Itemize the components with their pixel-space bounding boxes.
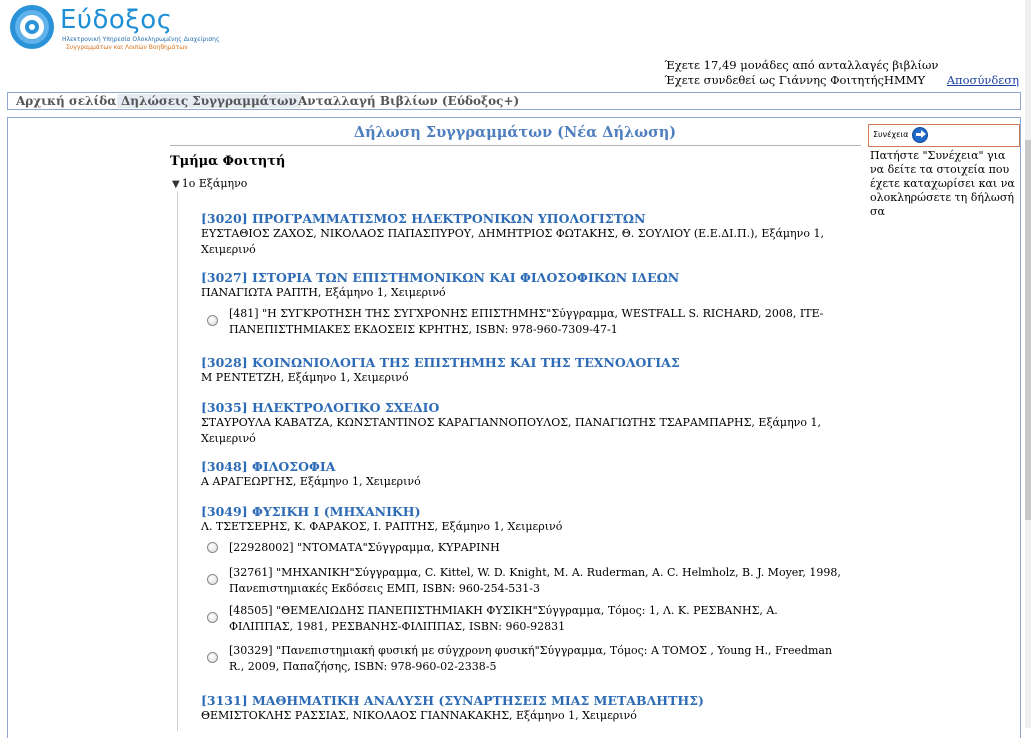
course-title[interactable]: [3028] ΚΟΙΝΩΝΙΟΛΟΓΙΑ ΤΗΣ ΕΠΙΣΤΗΜΗΣ ΚΑΙ Τ… <box>201 355 846 370</box>
course-title[interactable]: [3049] ΦΥΣΙΚΗ Ι (ΜΗΧΑΝΙΚΗ) <box>201 504 846 519</box>
main-nav: Αρχική σελίδα Δηλώσεις Συγγραμμάτων Αντα… <box>7 92 1021 110</box>
course-info: Λ. ΤΣΕΤΣΕΡΗΣ, Κ. ΦΑΡΑΚΟΣ, Ι. ΡΑΠΤΗΣ, Εξά… <box>201 520 563 533</box>
book-radio[interactable] <box>207 574 218 585</box>
course-info: ΠΑΝΑΓΙΩΤΑ ΡΑΠΤΗ, Εξάμηνο 1, Χειμερινό <box>201 286 446 299</box>
logo-subtitle: Ηλεκτρονική Υπηρεσία Ολοκληρωμένης Διαχε… <box>62 36 220 43</box>
course-title[interactable]: [3131] ΜΑΘΗΜΑΤΙΚΗ ΑΝΑΛΥΣΗ (ΣΥΝΑΡΤΗΣΕΙΣ Μ… <box>201 693 846 708</box>
continue-label: Συνέχεια <box>873 130 909 139</box>
course-info: ΘΕΜΙΣΤΟΚΛΗΣ ΡΑΣΣΙΑΣ, ΝΙΚΟΛΑΟΣ ΓΙΑΝΝΑΚΑΚΗ… <box>201 709 637 722</box>
semester-label: 1ο Εξάμηνο <box>181 177 248 190</box>
credits-text: Έχετε 17,49 μονάδες από ανταλλαγές βιβλί… <box>664 58 939 72</box>
course-item: [3020] ΠΡΟΓΡΑΜΜΑΤΙΣΜΟΣ ΗΛΕΚΤΡΟΝΙΚΩΝ ΥΠΟΛ… <box>201 211 846 258</box>
course-info: Μ ΡΕΝΤΕΤΖΗ, Εξάμηνο 1, Χειμερινό <box>201 371 409 384</box>
logged-in-text: Έχετε συνδεθεί ως Γιάννης ΦοιτητήςΗΜΜΥ <box>664 73 926 87</box>
course-item: [3027] ΙΣΤΟΡΙΑ ΤΩΝ ΕΠΙΣΤΗΜΟΝΙΚΩΝ ΚΑΙ ΦΙΛ… <box>201 270 846 301</box>
logo-emblem-icon <box>10 5 54 49</box>
course-item: [3035] ΗΛΕΚΤΡΟΛΟΓΙΚΟ ΣΧΕΔΙΟ ΣΤΑΥΡΟΥΛΑ ΚΑ… <box>201 400 846 447</box>
course-item: [3048] ΦΙΛΟΣΟΦΙΑ Α ΑΡΑΓΕΩΡΓΗΣ, Εξάμηνο 1… <box>201 459 846 490</box>
course-item: [3028] ΚΟΙΝΩΝΙΟΛΟΓΙΑ ΤΗΣ ΕΠΙΣΤΗΜΗΣ ΚΑΙ Τ… <box>201 355 846 386</box>
arrow-right-icon <box>912 127 928 143</box>
course-info: ΣΤΑΥΡΟΥΛΑ ΚΑΒΑΤΖΑ, ΚΩΝΣΤΑΝΤΙΝΟΣ ΚΑΡΑΓΙΑΝ… <box>201 416 821 445</box>
title-divider <box>170 145 861 146</box>
course-title[interactable]: [3027] ΙΣΤΟΡΙΑ ΤΩΝ ΕΠΙΣΤΗΜΟΝΙΚΩΝ ΚΑΙ ΦΙΛ… <box>201 270 846 285</box>
book-text: [32761] "ΜΗΧΑΝΙΚΗ"Σύγγραμμα, C. Kittel, … <box>229 566 841 595</box>
book-text: [481] "Η ΣΥΓΚΡΟΤΗΣΗ ΤΗΣ ΣΥΓΧΡΟΝΗΣ ΕΠΙΣΤΗ… <box>229 307 824 336</box>
logout-link[interactable]: Αποσύνδεση <box>947 73 1019 87</box>
book-text: [22928002] "ΝΤΟΜΑΤΑ"Σύγγραμμα, ΚΥΡΑΡΙΝΗ <box>229 541 500 554</box>
page-title: Δήλωση Συγγραμμάτων (Νέα Δήλωση) <box>353 124 677 141</box>
course-info: ΕΥΣΤΑΘΙΟΣ ΖΑΧΟΣ, ΝΙΚΟΛΑΟΣ ΠΑΠΑΣΠΥΡΟΥ, ΔΗ… <box>201 227 824 256</box>
book-text: [30329] "Πανεπιστημιακή φυσική με σύγχρο… <box>229 644 833 673</box>
eudoxus-logo[interactable]: Εύδοξος Ηλεκτρονική Υπηρεσία Ολοκληρωμέν… <box>9 4 220 52</box>
course-title[interactable]: [3048] ΦΙΛΟΣΟΦΙΑ <box>201 459 846 474</box>
nav-declarations[interactable]: Δηλώσεις Συγγραμμάτων <box>117 94 301 108</box>
user-info: Έχετε 17,49 μονάδες από ανταλλαγές βιβλί… <box>664 58 1019 88</box>
department-heading: Τμήμα Φοιτητή <box>170 154 286 169</box>
book-radio[interactable] <box>207 612 218 623</box>
logo-title: Εύδοξος <box>60 5 173 35</box>
book-radio[interactable] <box>207 652 218 663</box>
logo-subtitle-2: Συγγραμμάτων και Λοιπών Βοηθημάτων <box>66 44 188 51</box>
continue-button[interactable]: Συνέχεια <box>868 124 1020 147</box>
nav-home[interactable]: Αρχική σελίδα <box>12 94 121 108</box>
nav-book-exchange[interactable]: Ανταλλαγή Βιβλίων (Εύδοξος+) <box>294 94 523 108</box>
course-item: [3049] ΦΥΣΙΚΗ Ι (ΜΗΧΑΝΙΚΗ) Λ. ΤΣΕΤΣΕΡΗΣ,… <box>201 504 846 535</box>
collapse-triangle-icon: ▼ <box>172 179 180 190</box>
scrollbar-thumb[interactable] <box>1025 140 1031 520</box>
course-title[interactable]: [3020] ΠΡΟΓΡΑΜΜΑΤΙΣΜΟΣ ΗΛΕΚΤΡΟΝΙΚΩΝ ΥΠΟΛ… <box>201 211 846 226</box>
continue-help-text: Πατήστε "Συνέχεια" για να δείτε τα στοιχ… <box>870 149 1015 218</box>
book-radio[interactable] <box>207 542 218 553</box>
semester-toggle[interactable]: ▼ 1ο Εξάμηνο <box>172 177 247 190</box>
vertical-scrollbar[interactable] <box>1025 0 1031 728</box>
book-text: [48505] "ΘΕΜΕΛΙΩΔΗΣ ΠΑΝΕΠΙΣΤΗΜΙΑΚΗ ΦΥΣΙΚ… <box>229 604 778 633</box>
course-info: Α ΑΡΑΓΕΩΡΓΗΣ, Εξάμηνο 1, Χειμερινό <box>201 475 421 488</box>
course-title[interactable]: [3035] ΗΛΕΚΤΡΟΛΟΓΙΚΟ ΣΧΕΔΙΟ <box>201 400 846 415</box>
tree-guide-line <box>177 191 178 731</box>
book-radio[interactable] <box>207 315 218 326</box>
course-item: [3131] ΜΑΘΗΜΑΤΙΚΗ ΑΝΑΛΥΣΗ (ΣΥΝΑΡΤΗΣΕΙΣ Μ… <box>201 693 846 724</box>
